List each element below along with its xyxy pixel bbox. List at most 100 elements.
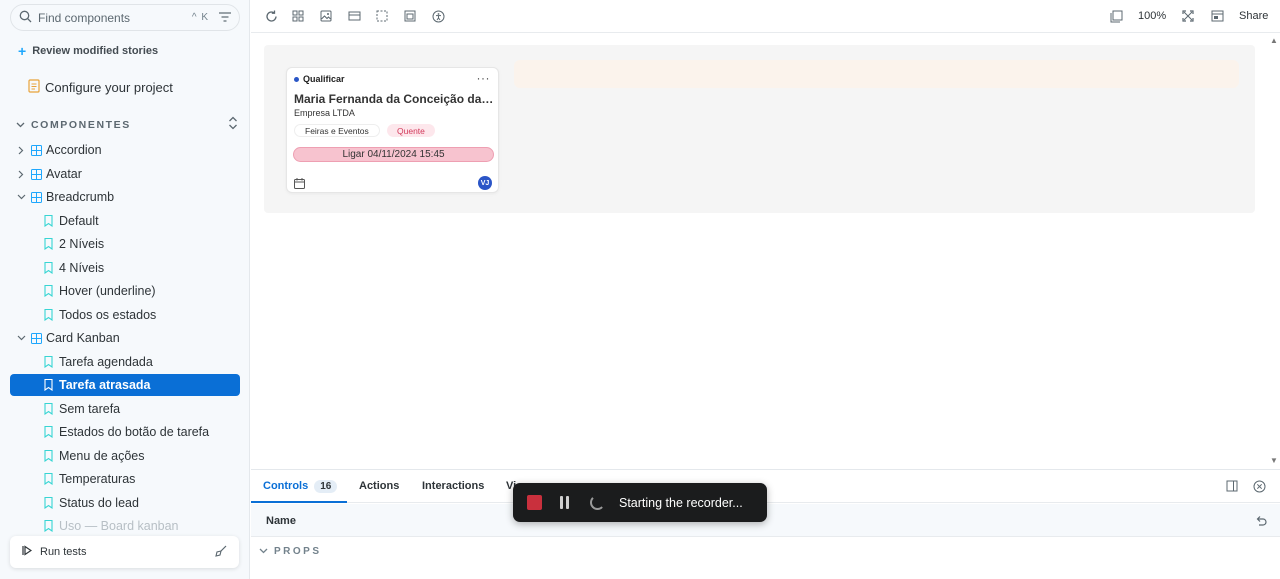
tab-interactions[interactable]: Interactions: [422, 480, 484, 492]
sidebar-story-uso-board-kanban[interactable]: Uso — Board kanban: [10, 515, 240, 537]
sidebar-story-tarefa-agendada[interactable]: Tarefa agendada: [10, 351, 240, 373]
placeholder-bar: [514, 60, 1239, 88]
sidebar-component-card-kanban[interactable]: Card Kanban: [10, 327, 240, 349]
column-name: Name: [266, 515, 296, 527]
sidebar-story-estados-do-botao-de-tarefa[interactable]: Estados do botão de tarefa: [10, 421, 240, 443]
bookmark-icon: [44, 309, 53, 321]
tab-controls[interactable]: Controls 16: [263, 480, 338, 493]
props-label: PROPS: [274, 546, 322, 557]
bookmark-icon: [44, 285, 53, 297]
sidebar-story-temperaturas[interactable]: Temperaturas: [10, 468, 240, 490]
component-icon: [31, 168, 42, 180]
sidebar-component-avatar[interactable]: Avatar: [10, 163, 240, 185]
bookmark-icon: [44, 450, 53, 462]
accessibility-icon[interactable]: [430, 8, 446, 24]
sidebar-story-sem-tarefa[interactable]: Sem tarefa: [10, 398, 240, 420]
active-tab-indicator: [251, 501, 347, 503]
chevron-right-icon[interactable]: [15, 146, 27, 155]
sidebar-item-label: Uso — Board kanban: [59, 519, 179, 533]
open-new-tab-icon[interactable]: [1209, 8, 1225, 24]
sidebar-story-status-do-lead[interactable]: Status do lead: [10, 492, 240, 514]
bookmark-icon: [44, 215, 53, 227]
fullscreen-icon[interactable]: [1180, 8, 1196, 24]
sidebar-item-label: Estados do botão de tarefa: [59, 425, 210, 439]
review-modified-stories-link[interactable]: + Review modified stories: [18, 43, 158, 59]
review-label: Review modified stories: [32, 45, 159, 57]
sidebar-story-todos-os-estados[interactable]: Todos os estados: [10, 304, 240, 326]
bookmark-icon: [44, 497, 53, 509]
props-group-header[interactable]: PROPS: [259, 546, 322, 557]
sidebar-item-label: Card Kanban: [46, 331, 120, 345]
sidebar-item-label: Sem tarefa: [59, 402, 121, 416]
tab-actions[interactable]: Actions: [359, 480, 399, 492]
sidebar-item-label: Tarefa atrasada: [59, 378, 151, 392]
bookmark-icon: [44, 426, 53, 438]
run-tests-button[interactable]: Run tests: [10, 536, 239, 568]
scroll-up-icon[interactable]: ▲: [1270, 36, 1278, 45]
viewport-icon[interactable]: [346, 8, 362, 24]
plus-icon: +: [18, 43, 27, 59]
section-title: COMPONENTES: [31, 118, 131, 131]
panel-orientation-icon[interactable]: [1226, 480, 1238, 495]
sidebar-story-2-niveis[interactable]: 2 Níveis: [10, 233, 240, 255]
bookmark-icon: [44, 262, 53, 274]
pause-recording-button[interactable]: [560, 496, 569, 509]
sidebar-story-4-niveis[interactable]: 4 Níveis: [10, 257, 240, 279]
chevron-down-icon[interactable]: [15, 335, 27, 341]
bookmark-icon: [44, 238, 53, 250]
filter-icon[interactable]: [219, 10, 231, 25]
sidebar-item-label: Default: [59, 214, 99, 228]
controls-count-badge: 16: [314, 480, 338, 493]
sidebar-item-label: 2 Níveis: [59, 237, 105, 251]
avatar: VJ: [478, 176, 492, 190]
document-icon: [28, 79, 40, 96]
expand-collapse-icon[interactable]: [228, 116, 238, 133]
run-tests-label: Run tests: [40, 546, 87, 558]
sidebar-story-menu-de-acoes[interactable]: Menu de ações: [10, 445, 240, 467]
sidebar-item-label: Status do lead: [59, 496, 139, 510]
more-options-icon[interactable]: ···: [477, 71, 491, 85]
image-icon[interactable]: [318, 8, 334, 24]
measure-icon[interactable]: [402, 8, 418, 24]
sidebar-item-label: Tarefa agendada: [59, 355, 153, 369]
search-icon: [19, 10, 32, 26]
calendar-icon[interactable]: [294, 177, 305, 192]
outline-icon[interactable]: [374, 8, 390, 24]
chevron-down-icon: [16, 119, 25, 131]
sidebar-component-breadcrumb[interactable]: Breadcrumb: [10, 186, 240, 208]
sidebar-story-tarefa-atrasada[interactable]: Tarefa atrasada: [10, 374, 240, 396]
bookmark-icon: [44, 356, 53, 368]
chevron-down-icon[interactable]: [15, 194, 27, 200]
zoom-level[interactable]: 100%: [1138, 10, 1166, 22]
reload-icon[interactable]: [263, 8, 279, 24]
search-input[interactable]: Find components ^ K: [10, 4, 240, 31]
stop-recording-button[interactable]: [527, 495, 542, 510]
bookmark-icon: [44, 379, 53, 391]
share-button[interactable]: Share: [1239, 10, 1268, 22]
chevron-right-icon[interactable]: [15, 170, 27, 179]
copy-icon[interactable]: [1108, 8, 1124, 24]
broom-icon[interactable]: [215, 545, 227, 560]
bookmark-icon: [44, 520, 53, 532]
play-icon: [22, 545, 33, 559]
kanban-card[interactable]: Qualificar ··· Maria Fernanda da Conceiç…: [286, 67, 499, 193]
sidebar-item-label: Todos os estados: [59, 308, 157, 322]
grid-icon[interactable]: [290, 8, 306, 24]
component-icon: [31, 191, 42, 203]
close-panel-icon[interactable]: [1253, 480, 1266, 496]
component-icon: [31, 144, 42, 156]
configure-project-link[interactable]: Configure your project: [28, 79, 173, 96]
company-name: Empresa LTDA: [294, 108, 355, 118]
story-canvas: Qualificar ··· Maria Fernanda da Conceiç…: [251, 34, 1268, 468]
configure-label: Configure your project: [45, 80, 173, 95]
scroll-down-icon[interactable]: ▼: [1270, 456, 1278, 465]
bookmark-icon: [44, 403, 53, 415]
canvas-scrollbar[interactable]: ▲ ▼: [1268, 34, 1280, 468]
task-button[interactable]: Ligar 04/11/2024 15:45: [293, 147, 494, 162]
sidebar-story-hover-underline[interactable]: Hover (underline): [10, 280, 240, 302]
sidebar-story-default[interactable]: Default: [10, 210, 240, 232]
sidebar-component-accordion[interactable]: Accordion: [10, 139, 240, 161]
section-header-componentes[interactable]: COMPONENTES: [16, 116, 238, 133]
sidebar-item-label: Hover (underline): [59, 284, 156, 298]
reset-icon[interactable]: [1255, 514, 1267, 529]
